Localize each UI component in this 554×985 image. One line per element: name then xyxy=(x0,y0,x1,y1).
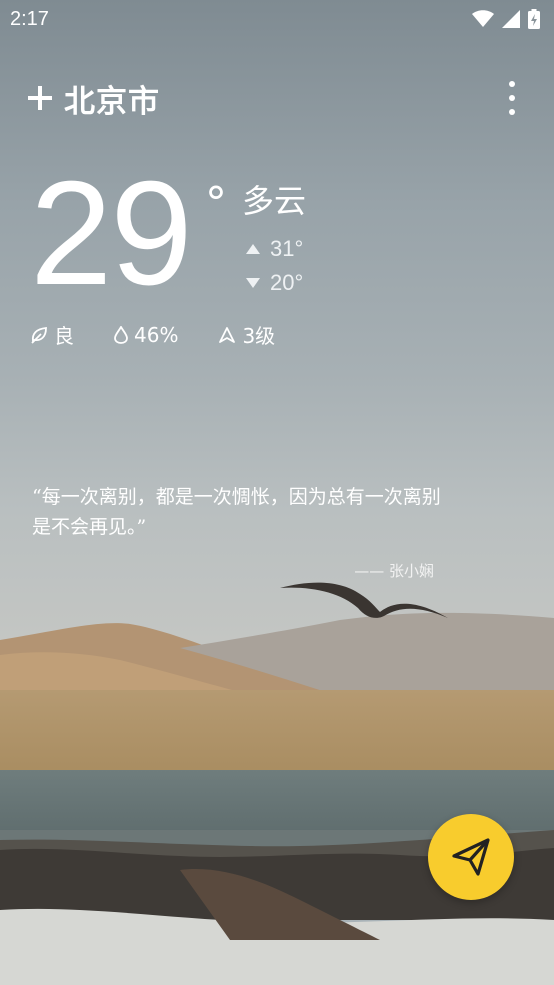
desert-plain xyxy=(0,690,554,780)
weather-condition: 多云 xyxy=(242,182,307,220)
humidity-value: 46% xyxy=(134,322,179,347)
add-city-button[interactable]: 北京市 xyxy=(26,76,160,121)
top-bar: 北京市 xyxy=(0,74,554,122)
leaf-icon xyxy=(31,326,47,344)
status-bar: 2:17 xyxy=(0,0,554,38)
high-temperature: 31° xyxy=(246,236,303,262)
air-quality-value: 良 xyxy=(54,324,74,348)
plus-icon xyxy=(28,86,52,110)
low-temperature: 20° xyxy=(246,270,303,296)
high-temperature-value: 31° xyxy=(270,236,304,261)
more-vertical-icon xyxy=(509,81,515,87)
low-temperature-value: 20° xyxy=(270,270,304,295)
city-name: 北京市 xyxy=(64,83,160,120)
wind-icon xyxy=(219,326,236,343)
status-icons xyxy=(472,9,540,29)
air-quality: 良 xyxy=(30,320,74,349)
seagull xyxy=(280,582,448,618)
triangle-up-icon xyxy=(246,244,260,254)
send-icon xyxy=(452,838,490,876)
wind-value: 3级 xyxy=(242,324,276,348)
battery-charging-icon xyxy=(528,9,540,29)
degree-symbol: ° xyxy=(205,178,227,229)
water-drop-icon xyxy=(114,325,128,344)
quote-text: “每一次离别，都是一次惆怅，因为总有一次离别是不会再见。” xyxy=(32,486,441,538)
temperature-value: 29 xyxy=(30,151,193,316)
wind: 3级 xyxy=(218,320,275,349)
humidity: 46% xyxy=(114,323,178,347)
more-options-button[interactable] xyxy=(500,78,524,118)
quote-author: —— 张小娴 xyxy=(354,562,434,580)
triangle-down-icon xyxy=(246,278,260,288)
share-button[interactable] xyxy=(428,814,514,900)
signal-icon xyxy=(502,10,520,28)
status-time: 2:17 xyxy=(10,7,49,30)
wifi-icon xyxy=(472,10,494,27)
daily-quote: “每一次离别，都是一次惆怅，因为总有一次离别是不会再见。” —— 张小娴 xyxy=(32,482,452,580)
weather-metrics: 良 46% 3级 xyxy=(30,320,275,349)
